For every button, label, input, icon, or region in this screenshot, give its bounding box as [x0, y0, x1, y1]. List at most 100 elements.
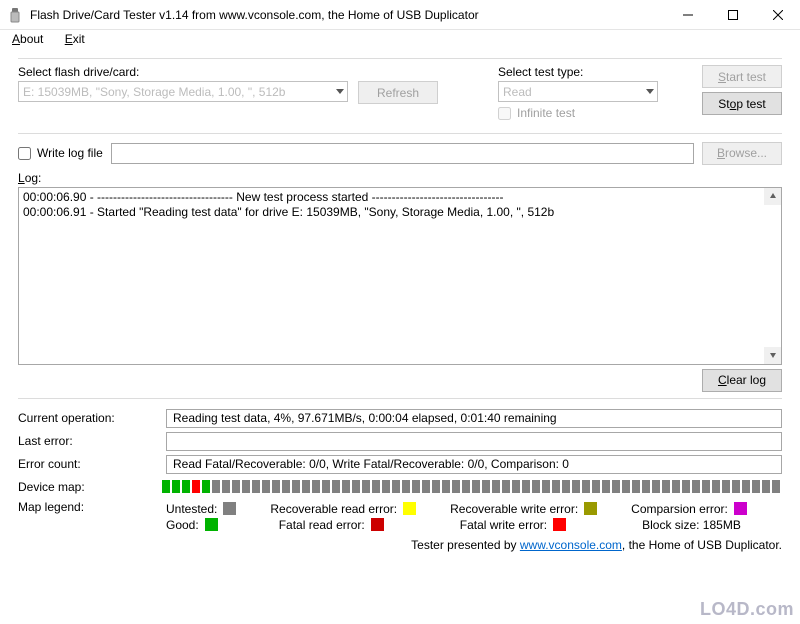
log-line: 00:00:06.90 - --------------------------…	[23, 190, 777, 205]
device-map-block	[252, 480, 260, 493]
legend-swatch-rec-read	[403, 502, 416, 515]
test-type-label: Select test type:	[498, 65, 668, 79]
device-map-block	[362, 480, 370, 493]
device-map-block	[472, 480, 480, 493]
watermark: LO4D.com	[700, 599, 794, 620]
log-textarea[interactable]: 00:00:06.90 - --------------------------…	[18, 187, 782, 365]
start-test-button[interactable]: Start test	[702, 65, 782, 88]
last-error-value	[166, 432, 782, 451]
titlebar: Flash Drive/Card Tester v1.14 from www.v…	[0, 0, 800, 30]
scroll-down-icon[interactable]	[764, 347, 781, 364]
clear-log-button[interactable]: Clear log	[702, 369, 782, 392]
log-label: Log:	[18, 171, 782, 185]
device-map-block	[692, 480, 700, 493]
write-log-checkbox[interactable]: Write log file	[18, 146, 103, 160]
device-map-block	[182, 480, 190, 493]
device-map-block	[682, 480, 690, 493]
write-log-input[interactable]	[18, 147, 31, 160]
device-map-block	[232, 480, 240, 493]
close-button[interactable]	[755, 0, 800, 29]
scroll-up-icon[interactable]	[764, 188, 781, 205]
map-legend-row2: Good: Fatal read error: Fatal write erro…	[166, 518, 782, 532]
device-map-block	[412, 480, 420, 493]
legend-swatch-fatal-read	[371, 518, 384, 531]
device-map-block	[262, 480, 270, 493]
device-map-block	[372, 480, 380, 493]
legend-swatch-good	[205, 518, 218, 531]
device-map-block	[272, 480, 280, 493]
error-count-value: Read Fatal/Recoverable: 0/0, Write Fatal…	[166, 455, 782, 474]
device-map-block	[462, 480, 470, 493]
device-map-block	[512, 480, 520, 493]
device-map-block	[552, 480, 560, 493]
device-map-block	[382, 480, 390, 493]
minimize-button[interactable]	[665, 0, 710, 29]
app-icon	[8, 7, 24, 23]
map-legend-label: Map legend:	[18, 500, 158, 514]
device-map-block	[292, 480, 300, 493]
device-map	[162, 478, 782, 496]
device-map-block	[452, 480, 460, 493]
device-map-block	[562, 480, 570, 493]
device-map-block	[332, 480, 340, 493]
device-map-block	[752, 480, 760, 493]
legend-block-size: Block size: 185MB	[642, 518, 741, 532]
device-map-block	[742, 480, 750, 493]
device-map-block	[632, 480, 640, 493]
device-map-block	[662, 480, 670, 493]
device-map-block	[772, 480, 780, 493]
footer-credit: Tester presented by www.vconsole.com, th…	[18, 538, 782, 552]
flash-select-label: Select flash drive/card:	[18, 65, 358, 79]
menubar: About Exit	[0, 30, 800, 50]
device-map-block	[522, 480, 530, 493]
test-type-select[interactable]: Read	[498, 81, 658, 102]
device-map-block	[312, 480, 320, 493]
window-title: Flash Drive/Card Tester v1.14 from www.v…	[30, 8, 665, 22]
device-map-block	[762, 480, 770, 493]
device-map-block	[642, 480, 650, 493]
browse-button[interactable]: Browse...	[702, 142, 782, 165]
last-error-label: Last error:	[18, 434, 158, 448]
menu-exit[interactable]: Exit	[65, 32, 85, 46]
device-map-block	[532, 480, 540, 493]
flash-select[interactable]: E: 15039MB, "Sony, Storage Media, 1.00, …	[18, 81, 348, 102]
device-map-label: Device map:	[18, 480, 154, 494]
map-legend: Untested: Recoverable read error: Recove…	[166, 502, 782, 516]
device-map-block	[732, 480, 740, 493]
device-map-block	[442, 480, 450, 493]
device-map-block	[302, 480, 310, 493]
device-map-block	[672, 480, 680, 493]
device-map-block	[432, 480, 440, 493]
device-map-block	[712, 480, 720, 493]
current-op-value: Reading test data, 4%, 97.671MB/s, 0:00:…	[166, 409, 782, 428]
device-map-block	[342, 480, 350, 493]
infinite-test-input[interactable]	[498, 107, 511, 120]
footer-link[interactable]: www.vconsole.com	[520, 538, 622, 552]
device-map-block	[402, 480, 410, 493]
legend-swatch-comparison	[734, 502, 747, 515]
device-map-block	[202, 480, 210, 493]
device-map-block	[722, 480, 730, 493]
device-map-block	[392, 480, 400, 493]
menu-about[interactable]: About	[12, 32, 43, 46]
device-map-block	[482, 480, 490, 493]
maximize-button[interactable]	[710, 0, 755, 29]
device-map-block	[222, 480, 230, 493]
device-map-block	[422, 480, 430, 493]
infinite-test-checkbox[interactable]: Infinite test	[498, 106, 575, 120]
device-map-block	[212, 480, 220, 493]
legend-swatch-untested	[223, 502, 236, 515]
log-file-path-input[interactable]	[111, 143, 694, 164]
device-map-block	[652, 480, 660, 493]
device-map-block	[542, 480, 550, 493]
device-map-block	[612, 480, 620, 493]
device-map-block	[572, 480, 580, 493]
current-op-label: Current operation:	[18, 411, 158, 425]
error-count-label: Error count:	[18, 457, 158, 471]
device-map-block	[592, 480, 600, 493]
refresh-button[interactable]: Refresh	[358, 81, 438, 104]
legend-swatch-rec-write	[584, 502, 597, 515]
device-map-block	[702, 480, 710, 493]
stop-test-button[interactable]: Stop test	[702, 92, 782, 115]
device-map-block	[352, 480, 360, 493]
